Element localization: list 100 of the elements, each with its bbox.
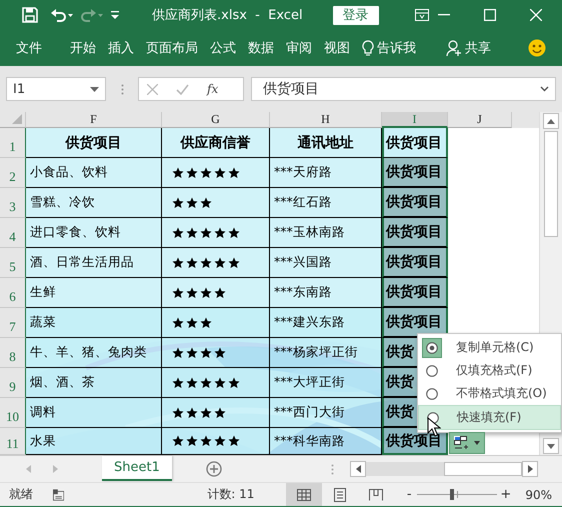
radio-button[interactable]	[422, 338, 442, 358]
table-cell: 供货项目	[382, 128, 448, 158]
page-layout-icon[interactable]	[334, 488, 346, 502]
right-arrow-icon	[528, 465, 532, 473]
caret-icon	[474, 441, 480, 445]
customize-icon[interactable]	[110, 10, 120, 20]
row-header[interactable]: 1	[0, 128, 26, 158]
row-header[interactable]: 11	[0, 428, 26, 455]
drag-handle-icon[interactable]	[120, 84, 124, 94]
table-cell: 蔬菜	[26, 308, 162, 338]
expand-icon[interactable]	[540, 86, 549, 92]
radio-icon	[426, 388, 438, 400]
menu-item[interactable]: 快速填充(F)	[418, 405, 561, 430]
scroll-left-button[interactable]	[350, 461, 366, 477]
formula-field[interactable]: 供货项目	[251, 77, 556, 101]
row-header[interactable]: 2	[0, 158, 26, 188]
status-text: 就绪	[9, 486, 33, 503]
table-cell: 供货项目	[26, 128, 162, 158]
macro-record-icon[interactable]	[53, 488, 64, 502]
minimize-icon[interactable]	[438, 14, 450, 16]
ribbon-tab[interactable]: 审阅	[280, 39, 318, 57]
zoom-in-button[interactable]: +	[500, 487, 512, 502]
close-icon[interactable]	[530, 9, 542, 21]
name-box[interactable]: I1	[6, 77, 106, 101]
scroll-up-button[interactable]	[543, 113, 559, 129]
row-header[interactable]: 3	[0, 188, 26, 218]
table-cell: 供应商信誉	[162, 128, 270, 158]
ribbon-tab[interactable]: 文件	[10, 39, 48, 57]
check-icon[interactable]	[176, 84, 189, 94]
undo-icon[interactable]	[50, 7, 74, 23]
table-cell: ***兴国路	[270, 248, 382, 278]
lightbulb-icon	[362, 40, 374, 56]
fill-cells-icon	[454, 436, 470, 450]
column-header[interactable]: H	[270, 112, 382, 128]
zoom-slider[interactable]	[450, 489, 454, 500]
left-arrow-icon	[356, 465, 360, 473]
ribbon-tab[interactable]: 视图	[318, 39, 356, 57]
table-cell: ***西门大街	[270, 398, 382, 428]
row-header[interactable]: 8	[0, 338, 26, 368]
zoom-out-button[interactable]: -	[404, 487, 414, 502]
column-header[interactable]: J	[448, 112, 512, 128]
row-header[interactable]: 7	[0, 308, 26, 338]
table-cell: ***天府路	[270, 158, 382, 188]
table-cell: 供货项目	[382, 188, 448, 218]
dropdown-icon[interactable]	[90, 86, 99, 92]
ribbon-tab[interactable]: 数据	[242, 39, 280, 57]
count-text: 计数: 11	[207, 486, 254, 503]
table-cell: 雪糕、冷饮	[26, 188, 162, 218]
table-cell: 生鲜	[26, 278, 162, 308]
scroll-down-button[interactable]	[543, 438, 559, 454]
table-cell: 调料	[26, 398, 162, 428]
ribbon-tab[interactable]: 公式	[204, 39, 242, 57]
radio-icon	[426, 364, 438, 376]
row-header[interactable]: 10	[0, 398, 26, 428]
down-arrow-icon	[547, 444, 555, 448]
ribbon-tab[interactable]: 共享	[440, 39, 497, 57]
column-header[interactable]: F	[26, 112, 162, 128]
scroll-right-button[interactable]	[522, 461, 538, 477]
add-person-icon	[446, 40, 462, 56]
insert-function-button[interactable]: fx	[207, 82, 218, 96]
table-cell: ***科华南路	[270, 428, 382, 455]
table-cell: 供货项目	[382, 248, 448, 278]
maximize-icon[interactable]	[484, 9, 496, 21]
smiley-icon[interactable]	[528, 39, 546, 57]
column-header[interactable]: G	[162, 112, 270, 128]
scrollbar-thumb[interactable]	[544, 131, 558, 237]
row-header[interactable]: 6	[0, 278, 26, 308]
table-cell: 牛、羊、猪、兔肉类	[26, 338, 162, 368]
row-header[interactable]: 4	[0, 218, 26, 248]
ribbon-tab[interactable]: 开始	[64, 39, 102, 57]
table-cell: ***建兴东路	[270, 308, 382, 338]
ribbon-tab[interactable]: 插入	[102, 39, 140, 57]
table-cell: 供货项目	[382, 278, 448, 308]
table-cell: 小食品、饮料	[26, 158, 162, 188]
zoom-level[interactable]: 90%	[525, 488, 552, 502]
table-cell: ***大坪正街	[270, 368, 382, 398]
row-header[interactable]: 5	[0, 248, 26, 278]
login-button[interactable]: 登录	[332, 6, 379, 24]
row-header[interactable]: 9	[0, 368, 26, 398]
normal-view-icon[interactable]	[297, 488, 312, 500]
redo-icon	[80, 7, 104, 23]
table-cell: 供货项目	[382, 218, 448, 248]
add-sheet-icon[interactable]	[206, 461, 222, 477]
ribbon-tab[interactable]: 页面布局	[140, 39, 204, 57]
table-cell: 烟、酒、茶	[26, 368, 162, 398]
table-cell: 供货项目	[382, 308, 448, 338]
page-break-icon[interactable]	[369, 488, 384, 500]
table-cell: 酒、日常生活用品	[26, 248, 162, 278]
scrollbar-thumb[interactable]	[444, 462, 522, 476]
sheet-tab[interactable]: Sheet1	[102, 456, 172, 481]
ribbon-display-icon[interactable]	[414, 9, 429, 21]
table-cell: 供货项目	[382, 158, 448, 188]
auto-fill-options-button[interactable]	[449, 432, 485, 454]
table-cell: ***红石路	[270, 188, 382, 218]
drag-handle-icon[interactable]	[331, 464, 334, 474]
column-header[interactable]: I	[382, 112, 448, 128]
table-cell: ***东南路	[270, 278, 382, 308]
view-button[interactable]	[286, 483, 322, 506]
ribbon-tab[interactable]: 告诉我	[356, 39, 422, 57]
save-icon[interactable]	[22, 7, 38, 23]
